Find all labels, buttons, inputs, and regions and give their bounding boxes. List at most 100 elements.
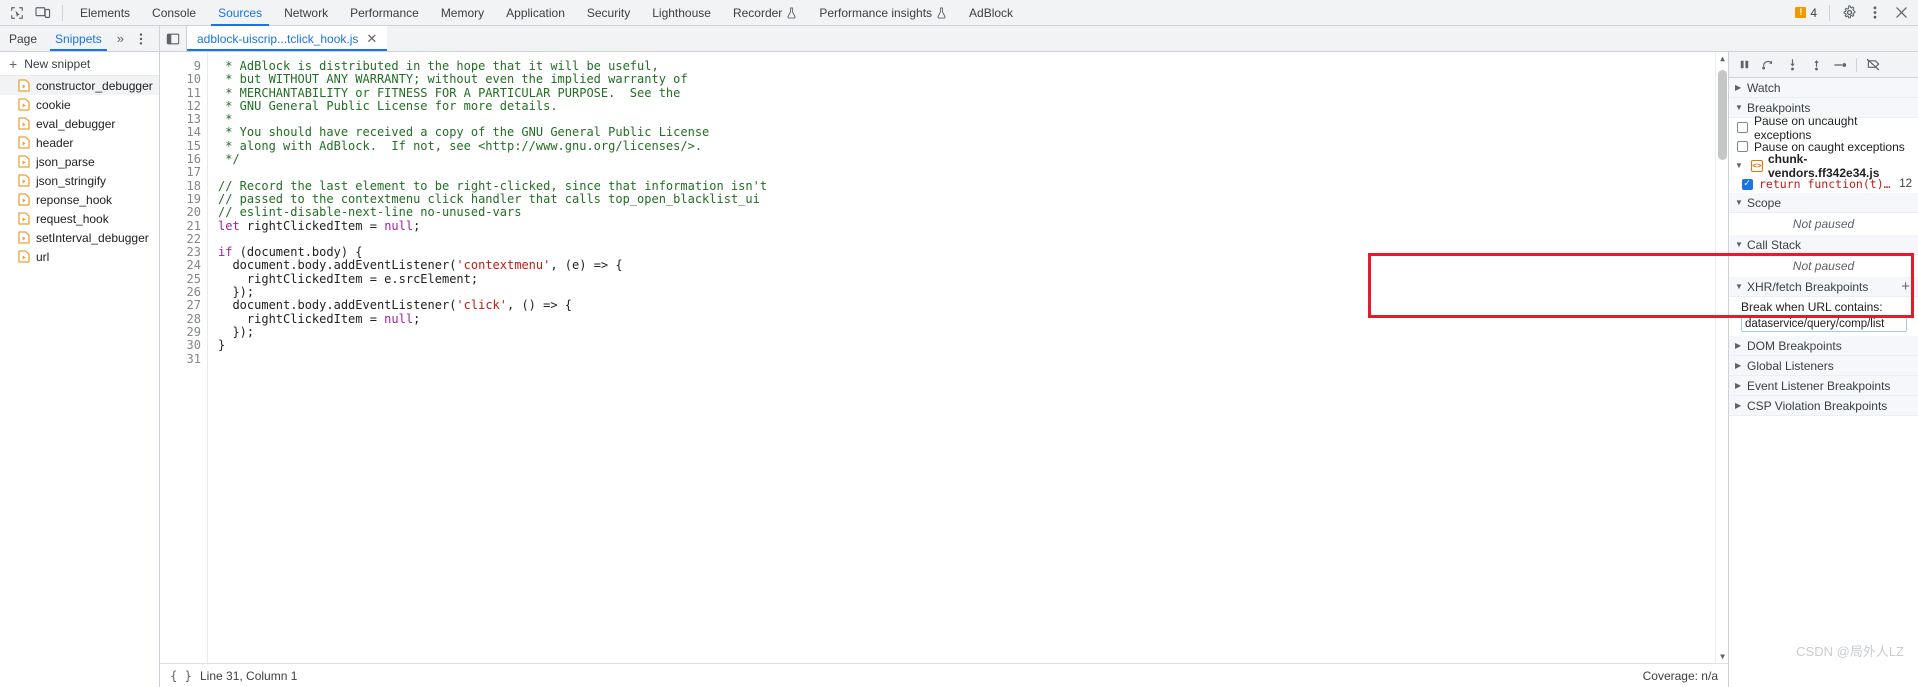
pretty-print-button[interactable]: { } — [170, 667, 192, 685]
snippet-item-reponse-hook[interactable]: reponse_hook — [0, 190, 159, 209]
code-editor[interactable]: 9 10 11 12 13 14 15 16 17 18 19 20 21 22 23 24 25 26 27 28 2… — [160, 52, 1728, 663]
snippet-item-url[interactable]: url — [0, 247, 159, 266]
step-into-icon[interactable] — [1781, 54, 1803, 76]
tab-memory[interactable]: Memory — [430, 0, 495, 26]
line-number[interactable]: 9 — [160, 59, 201, 73]
code-line[interactable]: }); — [218, 285, 1728, 299]
warning-count-badge[interactable]: ! 4 — [1789, 6, 1823, 20]
code-line[interactable]: * GNU General Public License for more de… — [218, 99, 1728, 113]
tab-performance-insights[interactable]: Performance insights — [808, 0, 958, 26]
code-line[interactable]: // Record the last element to be right-c… — [218, 179, 1728, 193]
line-number[interactable]: 26 — [160, 285, 201, 299]
line-number[interactable]: 29 — [160, 325, 201, 339]
file-tab-adblock-uiscript[interactable]: adblock-uiscrip...tclick_hook.js ✕ — [187, 26, 388, 51]
inspect-element-icon[interactable] — [4, 1, 30, 25]
close-icon[interactable]: ✕ — [366, 32, 377, 45]
code-line[interactable] — [218, 353, 1728, 366]
show-navigator-icon[interactable] — [160, 26, 187, 51]
checkbox[interactable] — [1737, 122, 1748, 133]
section-call-stack[interactable]: ▼ Call Stack — [1729, 235, 1918, 255]
gear-icon[interactable] — [1836, 1, 1862, 25]
section-scope[interactable]: ▼ Scope — [1729, 193, 1918, 213]
code-line[interactable]: * but WITHOUT ANY WARRANTY; without even… — [218, 73, 1728, 86]
device-toolbar-icon[interactable] — [30, 1, 56, 25]
section-xhr-fetch-breakpoints[interactable]: ▼ XHR/fetch Breakpoints + — [1729, 277, 1918, 297]
code-line[interactable]: document.body.addEventListener('click', … — [218, 299, 1728, 312]
line-number[interactable]: 21 — [160, 219, 201, 233]
nav-tab-page[interactable]: Page — [0, 26, 46, 51]
code-line[interactable]: } — [218, 339, 1728, 352]
code-line[interactable]: if (document.body) { — [218, 246, 1728, 259]
scroll-up-arrow-icon[interactable]: ▲ — [1716, 52, 1728, 65]
code-line[interactable]: // passed to the contextmenu click handl… — [218, 192, 1728, 206]
kebab-menu-icon[interactable] — [1862, 1, 1888, 25]
code-line[interactable]: }); — [218, 325, 1728, 339]
code-line[interactable]: * MERCHANTABILITY or FITNESS FOR A PARTI… — [218, 86, 1728, 100]
snippet-item-eval-debugger[interactable]: eval_debugger — [0, 114, 159, 133]
code-line[interactable]: */ — [218, 152, 1728, 166]
scroll-down-arrow-icon[interactable]: ▼ — [1716, 650, 1728, 663]
close-icon[interactable] — [1888, 1, 1914, 25]
code-line[interactable]: document.body.addEventListener('contextm… — [218, 259, 1728, 272]
step-icon[interactable] — [1829, 54, 1851, 76]
section-event-listener-breakpoints[interactable]: ▶ Event Listener Breakpoints — [1729, 376, 1918, 396]
step-out-icon[interactable] — [1805, 54, 1827, 76]
section-dom-breakpoints[interactable]: ▶ DOM Breakpoints — [1729, 336, 1918, 356]
breakpoint-file-group[interactable]: ▼ <> chunk-vendors.ff342e34.js — [1729, 152, 1918, 180]
checkbox[interactable] — [1742, 178, 1753, 190]
nav-tab-snippets[interactable]: Snippets — [46, 26, 111, 51]
code-line[interactable]: rightClickedItem = null; — [218, 312, 1728, 326]
snippet-item-constructor-debugger[interactable]: constructor_debugger — [0, 76, 159, 95]
section-csp-violation-breakpoints[interactable]: ▶ CSP Violation Breakpoints — [1729, 396, 1918, 416]
code-line[interactable]: rightClickedItem = e.srcElement; — [218, 272, 1728, 286]
code-content[interactable]: * AdBlock is distributed in the hope tha… — [208, 52, 1728, 663]
line-number[interactable]: 20 — [160, 205, 201, 219]
code-line[interactable]: let rightClickedItem = null; — [218, 219, 1728, 233]
scrollbar-thumb[interactable] — [1718, 70, 1727, 160]
line-number[interactable]: 25 — [160, 272, 201, 286]
snippet-item-request-hook[interactable]: request_hook — [0, 209, 159, 228]
more-navigator-tabs-icon[interactable]: » — [111, 26, 130, 51]
code-line[interactable]: * along with AdBlock. If not, see <http:… — [218, 139, 1728, 153]
snippet-item-json-stringify[interactable]: json_stringify — [0, 171, 159, 190]
snippet-item-cookie[interactable]: cookie — [0, 95, 159, 114]
line-number[interactable]: 10 — [160, 72, 201, 86]
tab-console[interactable]: Console — [141, 0, 207, 26]
section-global-listeners[interactable]: ▶ Global Listeners — [1729, 356, 1918, 376]
code-line[interactable]: * — [218, 113, 1728, 126]
code-line[interactable] — [218, 166, 1728, 179]
step-over-icon[interactable] — [1757, 54, 1779, 76]
line-number[interactable]: 24 — [160, 259, 201, 273]
checkbox[interactable] — [1737, 141, 1748, 152]
breakpoint-entry[interactable]: return function(t){v… 12 — [1729, 175, 1918, 193]
line-number[interactable]: 15 — [160, 139, 201, 153]
line-number[interactable]: 11 — [160, 86, 201, 100]
deactivate-breakpoints-icon[interactable] — [1862, 54, 1884, 76]
tab-network[interactable]: Network — [273, 0, 339, 26]
tab-recorder[interactable]: Recorder — [722, 0, 808, 26]
tab-application[interactable]: Application — [495, 0, 576, 26]
snippet-item-setinterval-debugger[interactable]: setInterval_debugger — [0, 228, 159, 247]
code-line[interactable]: * You should have received a copy of the… — [218, 126, 1728, 139]
tab-sources[interactable]: Sources — [207, 0, 273, 26]
line-number[interactable]: 18 — [160, 179, 201, 193]
line-number[interactable]: 12 — [160, 99, 201, 113]
pause-script-execution-icon[interactable] — [1733, 54, 1755, 76]
tab-adblock[interactable]: AdBlock — [958, 0, 1024, 26]
code-line[interactable] — [218, 233, 1728, 246]
tab-elements[interactable]: Elements — [69, 0, 141, 26]
xhr-breakpoint-url-input[interactable] — [1741, 315, 1907, 332]
new-snippet-button[interactable]: + New snippet — [0, 52, 159, 76]
navigator-options-icon[interactable] — [130, 26, 152, 51]
line-number[interactable]: 16 — [160, 152, 201, 166]
line-number[interactable]: 14 — [160, 126, 201, 140]
line-number[interactable]: 19 — [160, 192, 201, 206]
tab-security[interactable]: Security — [576, 0, 641, 26]
section-watch[interactable]: ▶ Watch — [1729, 78, 1918, 98]
editor-vertical-scrollbar[interactable]: ▲ ▼ — [1715, 52, 1728, 663]
snippet-item-header[interactable]: header — [0, 133, 159, 152]
snippet-item-json-parse[interactable]: json_parse — [0, 152, 159, 171]
line-number[interactable]: 30 — [160, 338, 201, 352]
tab-lighthouse[interactable]: Lighthouse — [641, 0, 722, 26]
code-line[interactable]: // eslint-disable-next-line no-unused-va… — [218, 206, 1728, 219]
